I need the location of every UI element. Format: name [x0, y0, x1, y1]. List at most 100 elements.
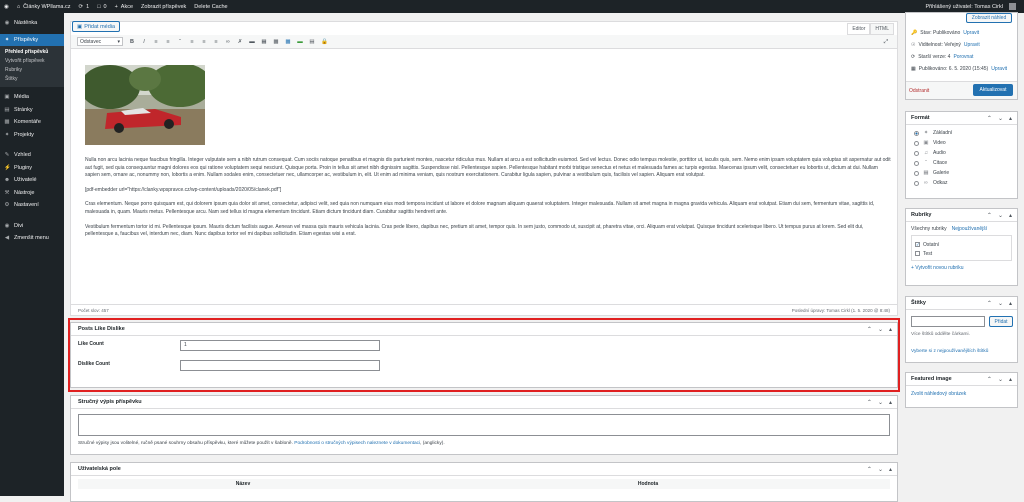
radio-button[interactable] [914, 150, 919, 156]
tab-text[interactable]: HTML [870, 23, 894, 35]
category-item-ostatni[interactable]: ✓ Ostatní [915, 240, 1008, 249]
format-option-audio[interactable]: ♫ Audio [906, 148, 1017, 158]
radio-button[interactable] [914, 140, 919, 146]
submenu-categories[interactable]: Rubriky [0, 66, 64, 75]
view-post-link[interactable]: Zobrazit příspěvek [141, 4, 186, 10]
chevron-up-icon[interactable]: ⌃ [987, 212, 992, 219]
format-option-standard[interactable]: ✦ Základní [906, 128, 1017, 138]
chevron-up-icon[interactable]: ⌃ [867, 466, 872, 473]
submenu-all-posts[interactable]: Přehled příspěvků [0, 48, 64, 57]
add-media-button[interactable]: ▣ Přidat média [72, 21, 121, 32]
menu-users[interactable]: ☻ Uživatelé [0, 174, 64, 187]
read-more-icon[interactable]: ▬ [249, 39, 255, 45]
align-left-icon[interactable]: ≡ [189, 39, 195, 45]
like-count-input[interactable]: 1 [180, 340, 380, 351]
edit-visibility-link[interactable]: Upravit [964, 42, 980, 48]
chevron-down-icon[interactable]: ⌄ [998, 115, 1003, 122]
chevron-down-icon[interactable]: ⌄ [878, 466, 883, 473]
format-metabox-header[interactable]: Formát ⌃ ⌄ ▴ [906, 112, 1017, 125]
columns-icon[interactable]: ▤ [309, 39, 315, 45]
add-category-link[interactable]: + Vytvořit novou rubriku [906, 261, 1017, 271]
radio-button[interactable] [914, 180, 919, 186]
chevron-up-icon[interactable]: ⌃ [987, 376, 992, 383]
toggle-icon[interactable]: ▴ [1009, 212, 1012, 219]
categories-metabox-header[interactable]: Rubriky ⌃ ⌄ ▴ [906, 209, 1017, 222]
menu-settings[interactable]: ⚙ Nastavení [0, 199, 64, 212]
menu-comments[interactable]: ▩ Komentáře [0, 116, 64, 129]
preview-button[interactable]: Zobrazit náhled [966, 13, 1012, 23]
wordpress-logo-icon[interactable]: ◉ [4, 4, 9, 10]
compare-revisions-link[interactable]: Porovnat [953, 54, 973, 60]
chevron-down-icon[interactable]: ⌄ [998, 376, 1003, 383]
tab-visual[interactable]: Editor [847, 23, 871, 35]
menu-pages[interactable]: ▤ Stránky [0, 104, 64, 117]
checkbox[interactable] [915, 251, 920, 256]
tab-all-categories[interactable]: Všechny rubriky [911, 226, 947, 232]
radio-button[interactable] [914, 130, 919, 136]
toggle-icon[interactable]: ▴ [889, 399, 892, 406]
link-icon[interactable]: ∞ [225, 39, 231, 45]
featured-image-header[interactable]: Featured image ⌃ ⌄ ▴ [906, 373, 1017, 386]
align-center-icon[interactable]: ≡ [201, 39, 207, 45]
trash-link[interactable]: Odstranit [909, 88, 929, 94]
paragraph-format-select[interactable]: Odstavec ▾ [77, 37, 123, 46]
toolbar-toggle-icon[interactable]: ▩ [273, 39, 279, 45]
green-block-icon[interactable]: ▬ [297, 39, 303, 45]
blockquote-icon[interactable]: “ [177, 39, 183, 45]
edit-status-link[interactable]: Upravit [963, 30, 979, 36]
update-button[interactable]: Aktualizovat [973, 84, 1013, 96]
bold-icon[interactable]: B [129, 39, 135, 45]
menu-divi[interactable]: ◉ Divi [0, 220, 64, 233]
format-option-quote[interactable]: “Citace [906, 158, 1017, 168]
menu-appearance[interactable]: ✎ Vzhled [0, 149, 64, 162]
custom-fields-header[interactable]: Uživatelská pole ⌃ ⌄ ▴ [71, 463, 897, 476]
comments-link[interactable]: □ 0 [97, 4, 106, 10]
chevron-down-icon[interactable]: ⌄ [998, 300, 1003, 307]
menu-projects[interactable]: ✦ Projekty [0, 129, 64, 142]
tab-popular-categories[interactable]: Nejpoužívanější [952, 226, 988, 232]
table-icon[interactable]: ▦ [261, 39, 267, 45]
format-option-link[interactable]: ∞ Odkaz [906, 178, 1017, 188]
chevron-up-icon[interactable]: ⌃ [987, 300, 992, 307]
align-right-icon[interactable]: ≡ [213, 39, 219, 45]
dislike-count-input[interactable] [180, 360, 380, 371]
toggle-icon[interactable]: ▴ [889, 466, 892, 473]
new-content-link[interactable]: + Akce [115, 4, 133, 10]
toggle-icon[interactable]: ▴ [1009, 300, 1012, 307]
chevron-down-icon[interactable]: ⌄ [998, 212, 1003, 219]
tags-metabox-header[interactable]: Štítky ⌃ ⌄ ▴ [906, 297, 1017, 310]
set-featured-image-link[interactable]: Zvolit náhledový obrázek [906, 386, 1017, 397]
tag-input[interactable] [911, 316, 985, 327]
code-icon[interactable]: ▩ [285, 39, 291, 45]
radio-button[interactable] [914, 160, 919, 166]
submenu-add-post[interactable]: Vytvořit příspěvek [0, 57, 64, 66]
submenu-tags[interactable]: Štítky [0, 75, 64, 84]
toggle-icon[interactable]: ▴ [1009, 115, 1012, 122]
delete-cache-link[interactable]: Delete Cache [194, 4, 227, 10]
bullet-list-icon[interactable]: ≡ [153, 39, 159, 45]
numbered-list-icon[interactable]: ≡ [165, 39, 171, 45]
edit-date-link[interactable]: Upravit [991, 66, 1007, 72]
menu-tools[interactable]: ⚒ Nástroje [0, 187, 64, 200]
menu-dashboard[interactable]: ◉ Nástěnka [0, 17, 64, 30]
menu-media[interactable]: ▣ Média [0, 91, 64, 104]
radio-button[interactable] [914, 170, 919, 176]
account-link[interactable]: Přihlášený uživatel: Tomas Cirkl [925, 3, 1024, 10]
choose-tags-link[interactable]: Vyberte si z nejpoužívanějších štítků [911, 349, 988, 354]
toggle-icon[interactable]: ▴ [1009, 376, 1012, 383]
add-tag-button[interactable]: Přidat [989, 316, 1013, 327]
lock-icon[interactable]: 🔒 [321, 39, 328, 45]
fullscreen-icon[interactable]: ⤢ [883, 39, 889, 45]
chevron-up-icon[interactable]: ⌃ [987, 115, 992, 122]
excerpt-docs-link[interactable]: Podrobnosti o stručných výpisech nalezne… [294, 441, 420, 446]
italic-icon[interactable]: I [141, 39, 147, 45]
chevron-down-icon[interactable]: ⌄ [878, 399, 883, 406]
editor-content[interactable]: Nulla non arcu lacinia neque faucibus fr… [85, 52, 891, 246]
checkbox[interactable]: ✓ [915, 242, 920, 247]
category-item-test[interactable]: Test [915, 249, 1008, 258]
excerpt-metabox-header[interactable]: Stručný výpis příspěvku ⌃ ⌄ ▴ [71, 396, 897, 409]
format-option-video[interactable]: ▣ Video [906, 138, 1017, 148]
site-name-link[interactable]: ⌂ Články WPllama.cz [17, 4, 71, 10]
menu-plugins[interactable]: ⚡ Pluginy [0, 162, 64, 175]
menu-posts[interactable]: ✦ Příspěvky [0, 33, 64, 46]
